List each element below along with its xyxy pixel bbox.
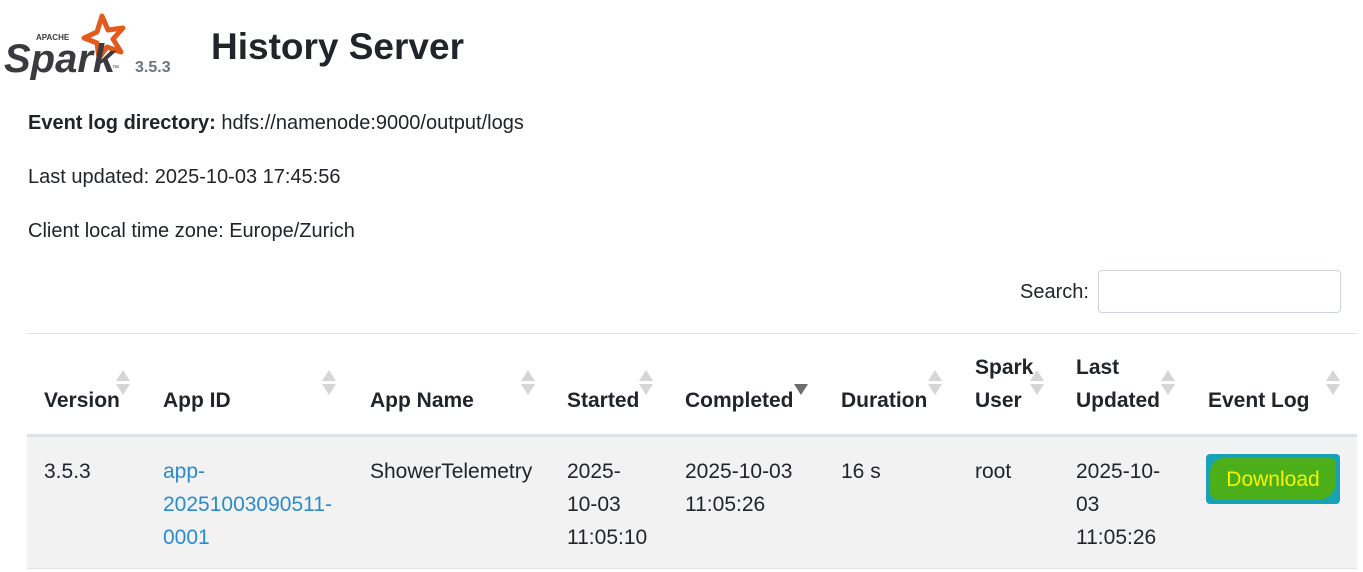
column-header-app-name[interactable]: App Name (370, 384, 474, 417)
app-id-line: 0001 (163, 526, 210, 549)
search-label: Search: (1020, 281, 1089, 303)
cell-version: 3.5.3 (44, 460, 91, 483)
cell-started: 2025- 10-03 11:05:10 (567, 455, 647, 554)
column-label: Event Log (1208, 389, 1310, 412)
app-id-line: app- (163, 460, 206, 483)
started-line: 11:05:10 (567, 526, 648, 549)
column-header-spark-user[interactable]: Spark User (975, 351, 1033, 417)
sort-icon[interactable] (1161, 370, 1175, 396)
column-label: Duration (841, 389, 928, 412)
column-header-duration[interactable]: Duration (841, 384, 927, 417)
download-label: Download (1226, 468, 1320, 491)
app-id-link[interactable]: app- 20251003090511- 0001 (163, 455, 332, 554)
column-label: App ID (163, 389, 231, 412)
search-input[interactable] (1098, 270, 1341, 313)
column-label: Last (1076, 356, 1120, 379)
column-header-app-id[interactable]: App ID (163, 384, 231, 417)
last-updated-line: 11:05:26 (1076, 526, 1157, 549)
sort-descending-icon[interactable] (794, 370, 808, 396)
cell-app-name: ShowerTelemetry (370, 460, 533, 483)
column-label: Updated (1076, 389, 1160, 412)
cell-last-updated: 2025-10- 03 11:05:26 (1076, 455, 1160, 554)
event-log-value: hdfs://namenode:9000/output/logs (221, 112, 524, 134)
completed-line: 2025-10-03 (685, 460, 793, 483)
spark-logo-image: APACHE Spark ™ (4, 13, 126, 81)
spark-version: 3.5.3 (135, 59, 171, 76)
started-line: 10-03 (567, 493, 621, 516)
cell-duration: 16 s (841, 460, 881, 483)
event-log-label: Event log directory: (28, 112, 216, 134)
started-line: 2025- (567, 460, 621, 483)
completed-line: 11:05:26 (685, 493, 766, 516)
column-label: App Name (370, 389, 474, 412)
sort-icon[interactable] (928, 370, 942, 396)
column-label: Spark (975, 356, 1034, 379)
column-header-completed[interactable]: Completed (685, 384, 794, 417)
table-row-border (27, 568, 1357, 569)
column-label: Completed (685, 389, 794, 412)
last-updated-line: 2025-10- (1076, 460, 1161, 483)
cell-completed: 2025-10-03 11:05:26 (685, 455, 792, 521)
column-label: Version (44, 389, 120, 412)
sort-icon[interactable] (521, 370, 535, 396)
column-header-last-updated[interactable]: Last Updated (1076, 351, 1160, 417)
column-header-version[interactable]: Version (44, 384, 120, 417)
page-title: History Server (211, 26, 464, 67)
cell-spark-user: root (975, 460, 1012, 483)
logo-text: Spark (4, 37, 117, 80)
table-row: 3.5.3 app- 20251003090511- 0001 ShowerTe… (27, 437, 1357, 568)
spark-logo[interactable]: APACHE Spark ™ (2, 12, 130, 81)
column-header-event-log[interactable]: Event Log (1208, 384, 1310, 417)
client-timezone: Client local time zone: Europe/Zurich (28, 220, 355, 242)
download-event-log-button[interactable]: Download (1206, 454, 1340, 504)
sort-icon[interactable] (322, 370, 336, 396)
table-header: Version App ID App Name Started Complete… (27, 334, 1357, 435)
header: APACHE Spark ™ 3.5.3 History Server (0, 0, 1363, 100)
sort-icon[interactable] (1326, 370, 1340, 396)
logo-tm: ™ (112, 65, 119, 72)
column-label: Started (567, 389, 640, 412)
sort-icon[interactable] (116, 370, 130, 396)
sort-icon[interactable] (1030, 370, 1044, 396)
last-updated-line: 03 (1076, 493, 1100, 516)
column-header-started[interactable]: Started (567, 384, 639, 417)
cell-app-id: app- 20251003090511- 0001 (163, 455, 332, 554)
app-id-line: 20251003090511- (163, 493, 332, 516)
last-updated: Last updated: 2025-10-03 17:45:56 (28, 166, 341, 188)
column-label: User (975, 389, 1022, 412)
sort-icon[interactable] (639, 370, 653, 396)
event-log-directory: Event log directory: hdfs://namenode:900… (28, 112, 524, 135)
